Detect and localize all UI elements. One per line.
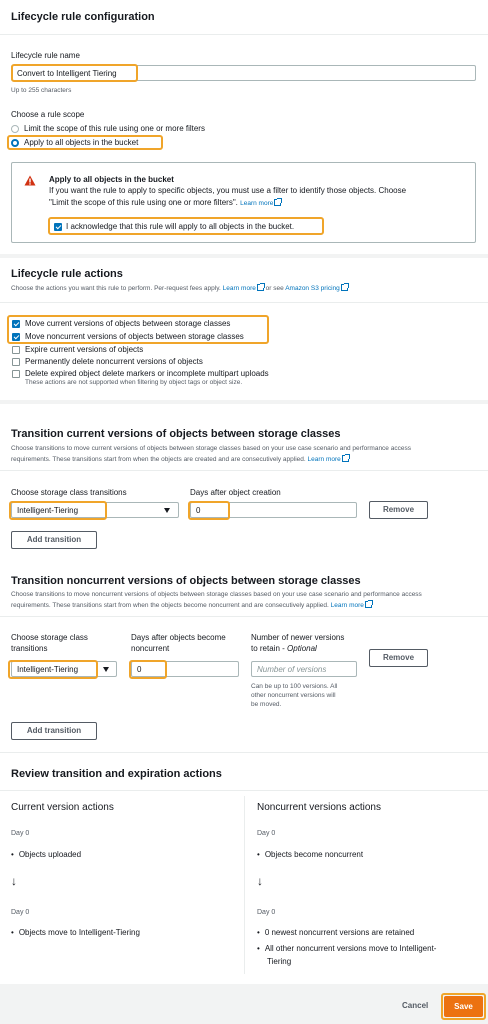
noncurrent-desc-text: requirements. These transitions start fr…	[11, 602, 329, 609]
acknowledge-highlight	[48, 217, 324, 235]
warning-body-line-2: "Limit the scope of this rule using one …	[49, 198, 283, 207]
action-checkbox-2[interactable]	[12, 346, 20, 354]
current-actions-heading: Current version actions	[11, 802, 114, 813]
noncurrent-item-c: All other noncurrent versions move to In…	[257, 944, 437, 953]
noncurrent-days-label-1: Days after objects become	[131, 633, 226, 642]
noncurrent-day-a: Day 0	[257, 830, 276, 837]
actions-hint: These actions are not supported when fil…	[25, 379, 243, 386]
noncurrent-transitions-title: Transition noncurrent versions of object…	[11, 575, 361, 587]
current-days-highlight	[188, 501, 230, 520]
noncurrent-item-c-cont: Tiering	[267, 957, 292, 966]
scope-filter-radio[interactable]	[11, 125, 19, 133]
cancel-button[interactable]: Cancel	[402, 1001, 428, 1010]
rule-configuration-panel: Lifecycle rule configuration Lifecycle r…	[0, 0, 488, 254]
review-top-divider	[0, 752, 488, 753]
config-divider	[0, 34, 488, 35]
current-desc-text: requirements. These transitions start fr…	[11, 456, 306, 463]
current-transitions-desc-2: requirements. These transitions start fr…	[11, 454, 350, 463]
actions-highlight	[7, 315, 269, 344]
scope-filter-label: Limit the scope of this rule using one o…	[24, 124, 205, 133]
noncurrent-remove-button[interactable]: Remove	[369, 649, 428, 667]
chevron-down-icon	[103, 667, 109, 672]
review-column-divider	[244, 796, 245, 974]
current-days-label: Days after object creation	[190, 488, 281, 497]
rule-name-hint: Up to 255 characters	[11, 87, 72, 94]
current-day-a: Day 0	[11, 830, 30, 837]
noncurrent-storage-label-2: transitions	[11, 644, 48, 653]
review-title: Review transition and expiration actions	[11, 768, 222, 780]
noncurrent-transitions-desc-1: Choose transitions to move noncurrent ve…	[11, 591, 422, 598]
versions-hint-1: Can be up to 100 versions. All	[251, 683, 338, 690]
external-link-icon	[364, 600, 373, 608]
scope-all-highlight	[7, 135, 163, 150]
config-title: Lifecycle rule configuration	[11, 11, 155, 23]
noncurrent-item-a: Objects become noncurrent	[257, 850, 363, 859]
noncurrent-add-transition-button[interactable]: Add transition	[11, 722, 97, 740]
versions-label-2: to retain - Optional	[251, 644, 317, 653]
noncurrent-item-b: 0 newest noncurrent versions are retaine…	[257, 928, 414, 937]
warning-alert: Apply to all objects in the bucket If yo…	[11, 162, 476, 243]
review-divider	[0, 790, 488, 791]
actions-divider	[0, 302, 488, 303]
noncurrent-storage-highlight	[8, 660, 98, 679]
actions-learn-more-link[interactable]: Learn more	[223, 285, 256, 292]
chevron-down-icon	[164, 508, 170, 513]
current-divider	[0, 470, 488, 471]
noncurrent-transitions-desc-2: requirements. These transitions start fr…	[11, 600, 373, 609]
actions-description: Choose the actions you want this rule to…	[11, 283, 349, 292]
rule-name-label: Lifecycle rule name	[11, 51, 80, 60]
noncurrent-actions-heading: Noncurrent versions actions	[257, 802, 381, 813]
save-button[interactable]: Save	[444, 996, 483, 1017]
versions-input[interactable]: Number of versions	[251, 661, 357, 677]
current-item-a: Objects uploaded	[11, 850, 81, 859]
external-link-icon	[256, 283, 265, 291]
warning-title: Apply to all objects in the bucket	[49, 175, 174, 184]
current-transitions-title: Transition current versions of objects b…	[11, 428, 341, 440]
actions-or-see: or see	[265, 285, 284, 292]
versions-label-text: to retain -	[251, 644, 288, 653]
versions-optional-label: Optional	[287, 644, 317, 653]
current-day-b: Day 0	[11, 909, 30, 916]
warning-icon	[24, 175, 36, 186]
noncurrent-days-label-2: noncurrent	[131, 644, 170, 653]
actions-title: Lifecycle rule actions	[11, 268, 123, 280]
noncurrent-divider	[0, 616, 488, 617]
arrow-down-icon: ↓	[11, 874, 17, 888]
noncurrent-day-b: Day 0	[257, 909, 276, 916]
warning-body-text: "Limit the scope of this rule using one …	[49, 198, 238, 207]
action-label-4: Delete expired object delete markers or …	[25, 369, 269, 378]
noncurrent-days-highlight	[129, 660, 167, 679]
action-checkbox-4[interactable]	[12, 370, 20, 378]
current-learn-more-link[interactable]: Learn more	[308, 456, 341, 463]
current-storage-highlight	[9, 501, 107, 520]
current-transitions-desc-1: Choose transitions to move current versi…	[11, 445, 411, 452]
rule-name-highlight	[11, 64, 138, 82]
current-item-b: Objects move to Intelligent-Tiering	[11, 928, 140, 937]
s3-pricing-link[interactable]: Amazon S3 pricing	[285, 285, 340, 292]
warning-body-line-1: If you want the rule to apply to specifi…	[49, 186, 407, 195]
transitions-panel: Transition current versions of objects b…	[0, 404, 488, 984]
external-link-icon	[341, 454, 350, 462]
current-remove-button[interactable]: Remove	[369, 501, 428, 519]
versions-hint-3: be moved.	[251, 701, 282, 708]
rule-actions-panel: Lifecycle rule actions Choose the action…	[0, 258, 488, 400]
noncurrent-storage-label-1: Choose storage class	[11, 633, 88, 642]
versions-hint-2: other noncurrent versions will	[251, 692, 336, 699]
action-checkbox-3[interactable]	[12, 358, 20, 366]
current-storage-label: Choose storage class transitions	[11, 488, 127, 497]
scope-label: Choose a rule scope	[11, 110, 85, 119]
arrow-down-icon: ↓	[257, 874, 263, 888]
external-link-icon	[274, 198, 283, 206]
current-add-transition-button[interactable]: Add transition	[11, 531, 97, 549]
actions-desc-text: Choose the actions you want this rule to…	[11, 285, 221, 292]
warning-learn-more-link[interactable]: Learn more	[240, 200, 273, 207]
action-label-3: Permanently delete noncurrent versions o…	[25, 357, 203, 366]
noncurrent-learn-more-link[interactable]: Learn more	[331, 602, 364, 609]
versions-label-1: Number of newer versions	[251, 633, 345, 642]
action-label-2: Expire current versions of objects	[25, 345, 144, 354]
external-link-icon	[340, 283, 349, 291]
